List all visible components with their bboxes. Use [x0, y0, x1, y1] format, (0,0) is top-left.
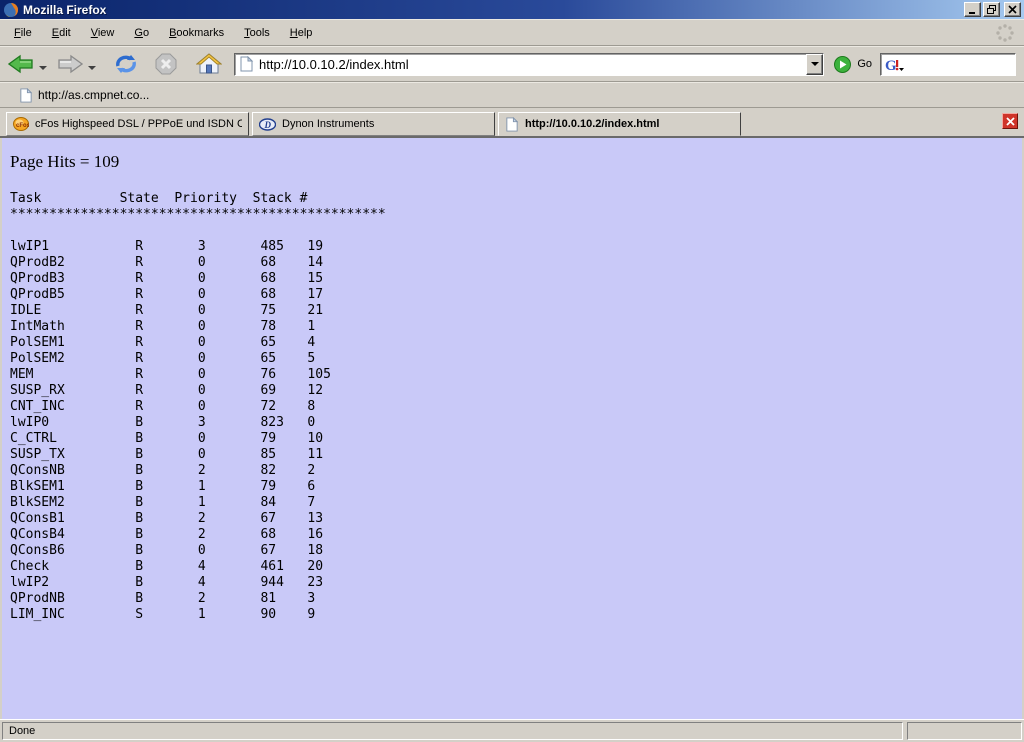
- home-icon: [196, 52, 222, 76]
- tab-cfos[interactable]: cFos cFos Highspeed DSL / PPPoE und ISDN…: [6, 112, 249, 136]
- firefox-logo-icon: [3, 2, 19, 18]
- menu-item-view[interactable]: View: [81, 24, 125, 42]
- close-icon: [1008, 5, 1017, 14]
- svg-text:D: D: [264, 120, 272, 130]
- tab-index-html[interactable]: http://10.0.10.2/index.html: [498, 112, 741, 136]
- go-button-label: Go: [857, 58, 872, 70]
- close-window-button[interactable]: [1004, 2, 1021, 17]
- home-button[interactable]: [194, 50, 224, 78]
- svg-text:G: G: [885, 58, 897, 73]
- dynon-icon: D: [259, 118, 276, 131]
- google-icon[interactable]: G: [884, 56, 906, 73]
- reload-button[interactable]: [112, 51, 140, 77]
- address-dropdown-button[interactable]: [806, 54, 823, 75]
- page-icon: [239, 56, 254, 72]
- navigation-toolbar: Go G: [0, 46, 1024, 82]
- page-icon: [19, 88, 33, 103]
- stop-button[interactable]: [152, 50, 180, 78]
- menu-item-tools[interactable]: Tools: [234, 24, 280, 42]
- address-bar[interactable]: [234, 53, 824, 76]
- status-text: Done: [9, 725, 35, 737]
- bookmarks-toolbar: http://as.cmpnet.co...: [0, 82, 1024, 108]
- status-panel-main: Done: [2, 722, 903, 740]
- menu-item-help[interactable]: Help: [280, 24, 323, 42]
- menu-bar-items: FileEditViewGoBookmarksToolsHelp: [4, 24, 322, 42]
- page-hits-text: Page Hits = 109: [10, 152, 1022, 172]
- tab-dynon[interactable]: D Dynon Instruments: [252, 112, 495, 136]
- search-box[interactable]: G: [880, 53, 1016, 76]
- tab-label: cFos Highspeed DSL / PPPoE und ISDN CAP.…: [35, 118, 242, 130]
- address-dropdown-caret: [811, 62, 819, 66]
- status-bar: Done: [0, 719, 1024, 742]
- menu-bar: FileEditViewGoBookmarksToolsHelp: [0, 19, 1024, 46]
- menu-item-go[interactable]: Go: [124, 24, 159, 42]
- task-table: Task State Priority Stack # ************…: [10, 191, 1022, 623]
- title-bar: Mozilla Firefox: [0, 0, 1024, 19]
- svg-text:cFos: cFos: [16, 123, 29, 129]
- forward-button[interactable]: [55, 52, 85, 76]
- close-tab-button[interactable]: [1002, 113, 1018, 129]
- minimize-button[interactable]: [964, 2, 981, 17]
- search-input[interactable]: [906, 57, 1015, 71]
- window-title: Mozilla Firefox: [23, 3, 962, 17]
- tab-label: http://10.0.10.2/index.html: [525, 118, 659, 130]
- go-button[interactable]: Go: [834, 56, 872, 73]
- restore-icon: [987, 5, 996, 14]
- minimize-icon: [968, 5, 977, 14]
- tab-bar: cFos cFos Highspeed DSL / PPPoE und ISDN…: [0, 108, 1024, 138]
- address-input[interactable]: [259, 55, 806, 73]
- bookmark-label: http://as.cmpnet.co...: [38, 88, 149, 102]
- browser-window: Mozilla Firefox FileEditViewGoBookmarksT…: [0, 0, 1024, 742]
- go-icon: [834, 56, 851, 73]
- back-button[interactable]: [6, 52, 36, 76]
- bookmark-item[interactable]: http://as.cmpnet.co...: [8, 86, 155, 105]
- forward-dropdown-caret[interactable]: [88, 66, 96, 70]
- status-panel-secondary: [907, 722, 1022, 740]
- tab-label: Dynon Instruments: [282, 118, 374, 130]
- restore-button[interactable]: [983, 2, 1000, 17]
- menu-item-file[interactable]: File: [4, 24, 42, 42]
- menu-item-bookmarks[interactable]: Bookmarks: [159, 24, 234, 42]
- stop-icon: [154, 52, 178, 76]
- back-dropdown-caret[interactable]: [39, 66, 47, 70]
- page-content: Page Hits = 109 Task State Priority Stac…: [0, 138, 1024, 719]
- reload-icon: [114, 53, 138, 75]
- close-tab-icon: [1006, 117, 1015, 126]
- menu-item-edit[interactable]: Edit: [42, 24, 81, 42]
- back-icon: [8, 54, 34, 74]
- throbber-icon: [994, 22, 1016, 44]
- forward-icon: [57, 54, 83, 74]
- page-icon: [505, 117, 519, 132]
- cfos-icon: cFos: [13, 117, 29, 131]
